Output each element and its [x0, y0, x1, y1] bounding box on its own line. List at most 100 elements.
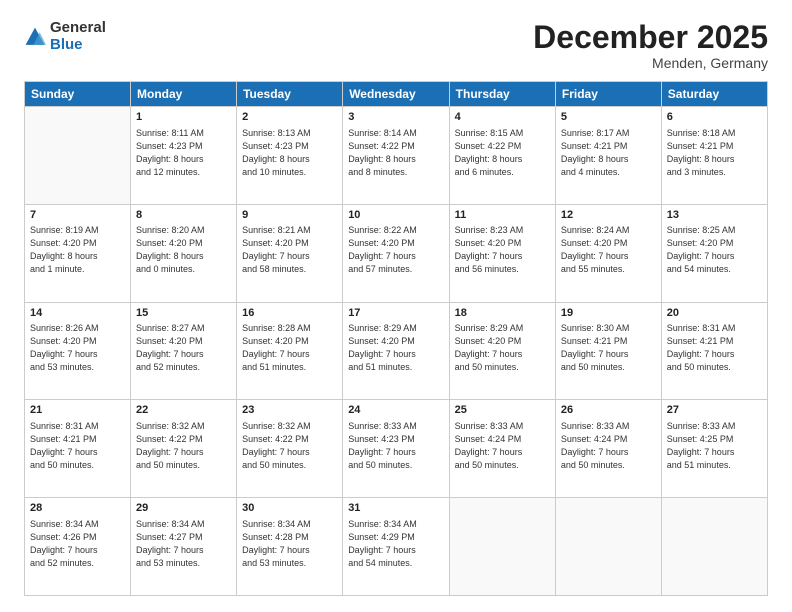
table-row: 19Sunrise: 8:30 AM Sunset: 4:21 PM Dayli…	[555, 302, 661, 400]
table-row: 22 Sunrise: 8:32 AM Sunset: 4:22 PM Dayli…	[131, 400, 237, 498]
calendar-header-row: Sunday Monday Tuesday Wednesday Thursday…	[25, 82, 768, 107]
day-number: 21	[30, 403, 125, 418]
col-tuesday: Tuesday	[237, 82, 343, 107]
day-number: 23	[242, 403, 337, 418]
table-row: 27 Sunrise: 8:33 AM Sunset: 4:25 PM Dayli…	[661, 400, 767, 498]
calendar-week-1: 1Sunrise: 8:11 AM Sunset: 4:23 PM Daylig…	[25, 107, 768, 205]
day-info: Sunrise: 8:33 AM Sunset: 4:23 PM Dayligh…	[348, 420, 443, 472]
day-number: 18	[455, 306, 550, 321]
table-row: 20Sunrise: 8:31 AM Sunset: 4:21 PM Dayli…	[661, 302, 767, 400]
day-info: Sunrise: 8:30 AM Sunset: 4:21 PM Dayligh…	[561, 322, 656, 374]
day-number: 12	[561, 208, 656, 223]
table-row	[449, 498, 555, 596]
table-row: 16Sunrise: 8:28 AM Sunset: 4:20 PM Dayli…	[237, 302, 343, 400]
table-row: 2 Sunrise: 8:13 AM Sunset: 4:23 PM Daylig…	[237, 107, 343, 205]
day-info: Sunrise: 8:34 AM Sunset: 4:29 PM Dayligh…	[348, 518, 443, 570]
location: Menden, Germany	[533, 55, 768, 71]
col-wednesday: Wednesday	[343, 82, 449, 107]
day-info: Sunrise: 8:21 AM Sunset: 4:20 PM Dayligh…	[242, 224, 337, 276]
title-block: December 2025 Menden, Germany	[533, 20, 768, 71]
day-number: 17	[348, 306, 443, 321]
table-row: 15Sunrise: 8:27 AM Sunset: 4:20 PM Dayli…	[131, 302, 237, 400]
day-info: Sunrise: 8:18 AM Sunset: 4:21 PM Dayligh…	[667, 127, 762, 179]
day-number: 7	[30, 208, 125, 223]
table-row: 31 Sunrise: 8:34 AM Sunset: 4:29 PM Dayli…	[343, 498, 449, 596]
day-number: 2	[242, 110, 337, 125]
logo-blue-text: Blue	[50, 37, 106, 54]
day-info: Sunrise: 8:32 AM Sunset: 4:22 PM Dayligh…	[136, 420, 231, 472]
day-info: Sunrise: 8:24 AM Sunset: 4:20 PM Dayligh…	[561, 224, 656, 276]
day-info: Sunrise: 8:13 AM Sunset: 4:23 PM Dayligh…	[242, 127, 337, 179]
day-number: 3	[348, 110, 443, 125]
col-saturday: Saturday	[661, 82, 767, 107]
table-row: 12Sunrise: 8:24 AM Sunset: 4:20 PM Dayli…	[555, 204, 661, 302]
day-number: 31	[348, 501, 443, 516]
day-info: Sunrise: 8:14 AM Sunset: 4:22 PM Dayligh…	[348, 127, 443, 179]
day-info: Sunrise: 8:28 AM Sunset: 4:20 PM Dayligh…	[242, 322, 337, 374]
table-row: 5Sunrise: 8:17 AM Sunset: 4:21 PM Daylig…	[555, 107, 661, 205]
day-info: Sunrise: 8:33 AM Sunset: 4:25 PM Dayligh…	[667, 420, 762, 472]
col-friday: Friday	[555, 82, 661, 107]
table-row: 8Sunrise: 8:20 AM Sunset: 4:20 PM Daylig…	[131, 204, 237, 302]
table-row: 1Sunrise: 8:11 AM Sunset: 4:23 PM Daylig…	[131, 107, 237, 205]
col-sunday: Sunday	[25, 82, 131, 107]
logo-icon	[24, 26, 46, 48]
day-number: 19	[561, 306, 656, 321]
day-info: Sunrise: 8:26 AM Sunset: 4:20 PM Dayligh…	[30, 322, 125, 374]
logo-general-text: General	[50, 20, 106, 37]
day-number: 16	[242, 306, 337, 321]
table-row: 24Sunrise: 8:33 AM Sunset: 4:23 PM Dayli…	[343, 400, 449, 498]
day-info: Sunrise: 8:23 AM Sunset: 4:20 PM Dayligh…	[455, 224, 550, 276]
table-row: 14Sunrise: 8:26 AM Sunset: 4:20 PM Dayli…	[25, 302, 131, 400]
logo: General Blue	[24, 20, 106, 53]
day-info: Sunrise: 8:34 AM Sunset: 4:28 PM Dayligh…	[242, 518, 337, 570]
day-number: 8	[136, 208, 231, 223]
table-row: 17Sunrise: 8:29 AM Sunset: 4:20 PM Dayli…	[343, 302, 449, 400]
table-row: 3 Sunrise: 8:14 AM Sunset: 4:22 PM Daylig…	[343, 107, 449, 205]
day-number: 20	[667, 306, 762, 321]
table-row: 13Sunrise: 8:25 AM Sunset: 4:20 PM Dayli…	[661, 204, 767, 302]
day-info: Sunrise: 8:25 AM Sunset: 4:20 PM Dayligh…	[667, 224, 762, 276]
day-number: 27	[667, 403, 762, 418]
day-info: Sunrise: 8:31 AM Sunset: 4:21 PM Dayligh…	[30, 420, 125, 472]
day-info: Sunrise: 8:34 AM Sunset: 4:27 PM Dayligh…	[136, 518, 231, 570]
calendar-week-3: 14Sunrise: 8:26 AM Sunset: 4:20 PM Dayli…	[25, 302, 768, 400]
col-thursday: Thursday	[449, 82, 555, 107]
table-row: 4 Sunrise: 8:15 AM Sunset: 4:22 PM Daylig…	[449, 107, 555, 205]
calendar-week-4: 21 Sunrise: 8:31 AM Sunset: 4:21 PM Dayli…	[25, 400, 768, 498]
day-info: Sunrise: 8:31 AM Sunset: 4:21 PM Dayligh…	[667, 322, 762, 374]
day-number: 1	[136, 110, 231, 125]
day-info: Sunrise: 8:20 AM Sunset: 4:20 PM Dayligh…	[136, 224, 231, 276]
day-number: 13	[667, 208, 762, 223]
table-row: 7Sunrise: 8:19 AM Sunset: 4:20 PM Daylig…	[25, 204, 131, 302]
table-row: 30 Sunrise: 8:34 AM Sunset: 4:28 PM Dayli…	[237, 498, 343, 596]
table-row: 10Sunrise: 8:22 AM Sunset: 4:20 PM Dayli…	[343, 204, 449, 302]
day-number: 28	[30, 501, 125, 516]
table-row	[555, 498, 661, 596]
calendar-week-5: 28Sunrise: 8:34 AM Sunset: 4:26 PM Dayli…	[25, 498, 768, 596]
day-info: Sunrise: 8:15 AM Sunset: 4:22 PM Dayligh…	[455, 127, 550, 179]
table-row: 18Sunrise: 8:29 AM Sunset: 4:20 PM Dayli…	[449, 302, 555, 400]
day-number: 22	[136, 403, 231, 418]
day-number: 9	[242, 208, 337, 223]
day-number: 25	[455, 403, 550, 418]
day-info: Sunrise: 8:33 AM Sunset: 4:24 PM Dayligh…	[561, 420, 656, 472]
table-row: 25 Sunrise: 8:33 AM Sunset: 4:24 PM Dayli…	[449, 400, 555, 498]
day-number: 10	[348, 208, 443, 223]
day-info: Sunrise: 8:32 AM Sunset: 4:22 PM Dayligh…	[242, 420, 337, 472]
header: General Blue December 2025 Menden, Germa…	[24, 20, 768, 71]
day-number: 5	[561, 110, 656, 125]
calendar-week-2: 7Sunrise: 8:19 AM Sunset: 4:20 PM Daylig…	[25, 204, 768, 302]
day-number: 4	[455, 110, 550, 125]
logo-text: General Blue	[50, 20, 106, 53]
day-info: Sunrise: 8:29 AM Sunset: 4:20 PM Dayligh…	[455, 322, 550, 374]
table-row: 29 Sunrise: 8:34 AM Sunset: 4:27 PM Dayli…	[131, 498, 237, 596]
day-number: 30	[242, 501, 337, 516]
page: General Blue December 2025 Menden, Germa…	[0, 0, 792, 612]
table-row: 9Sunrise: 8:21 AM Sunset: 4:20 PM Daylig…	[237, 204, 343, 302]
day-info: Sunrise: 8:22 AM Sunset: 4:20 PM Dayligh…	[348, 224, 443, 276]
day-info: Sunrise: 8:33 AM Sunset: 4:24 PM Dayligh…	[455, 420, 550, 472]
day-number: 29	[136, 501, 231, 516]
table-row	[25, 107, 131, 205]
day-number: 14	[30, 306, 125, 321]
